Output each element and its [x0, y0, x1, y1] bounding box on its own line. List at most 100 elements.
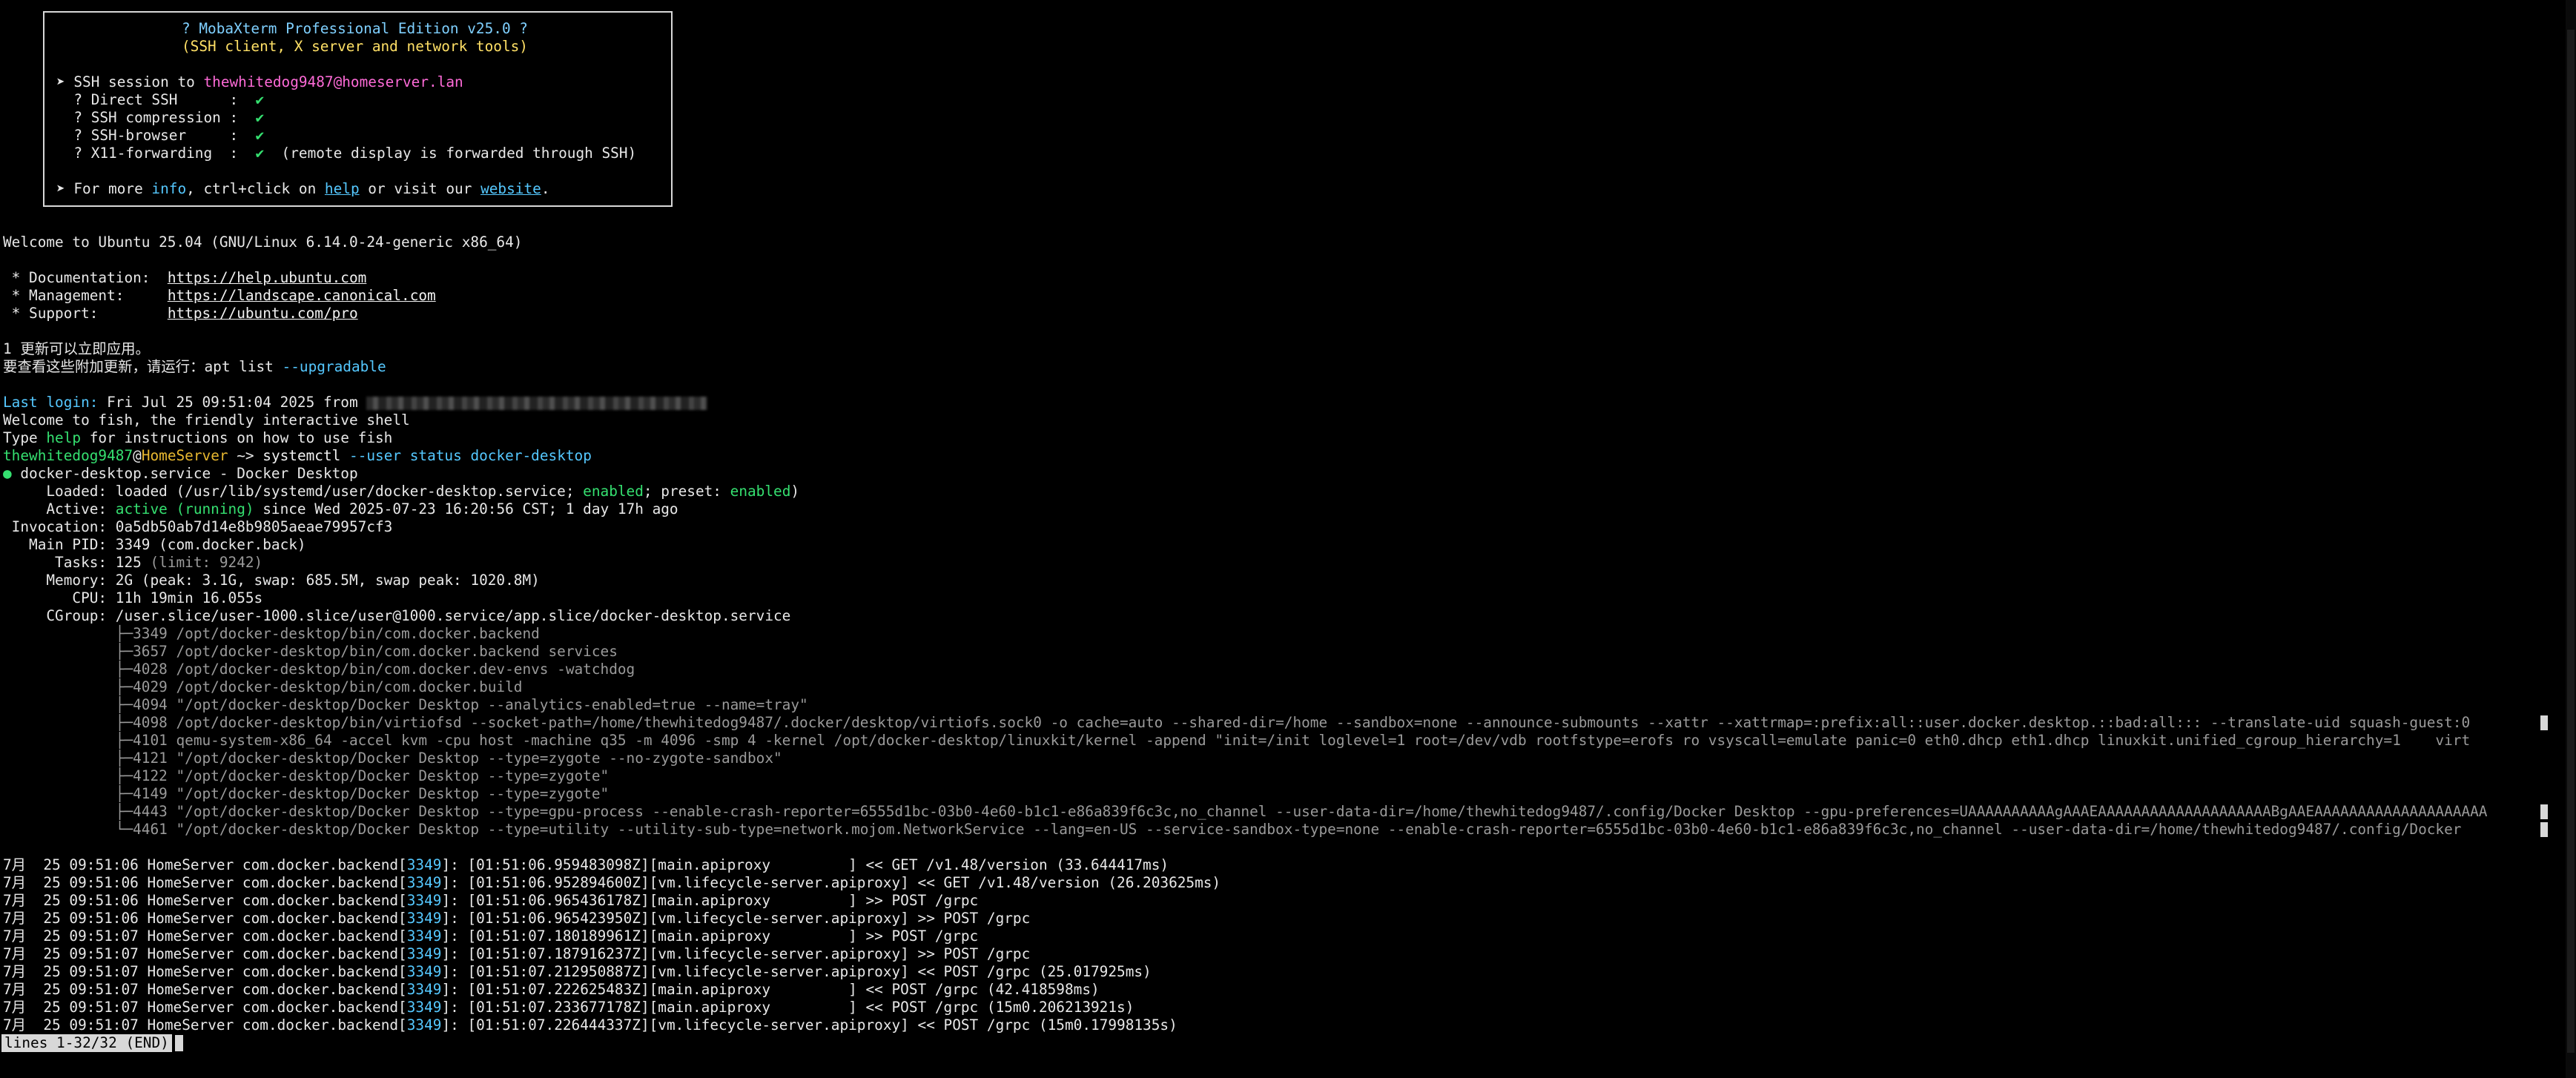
- last-login-value: Fri Jul 25 09:51:04 2025 from: [98, 394, 367, 411]
- memory-value: 2G (peak: 3.1G, swap: 685.5M, swap peak:…: [115, 572, 540, 589]
- info-word: info: [151, 180, 187, 197]
- loaded-close: ): [790, 483, 800, 500]
- status-tasks: Tasks: 125 (limit: 9242): [3, 554, 262, 572]
- log-prefix: 7月 25 09:51:07 HomeServer com.docker.bac…: [3, 945, 407, 962]
- log-pid: 3349: [406, 1016, 442, 1034]
- log-entry: 7月 25 09:51:06 HomeServer com.docker.bac…: [3, 856, 1169, 874]
- log-entry: 7月 25 09:51:07 HomeServer com.docker.bac…: [3, 981, 1100, 999]
- banner-subtitle: (SSH client, X server and network tools): [182, 38, 528, 55]
- support-link[interactable]: https://ubuntu.com/pro: [168, 305, 358, 322]
- log-pid: 3349: [406, 945, 442, 962]
- log-prefix: 7月 25 09:51:07 HomeServer com.docker.bac…: [3, 981, 407, 998]
- cgroup-process-truncated: ├─4098 /opt/docker-desktop/bin/virtiofsd…: [3, 714, 2471, 731]
- cgroup-process: ├─4094 "/opt/docker-desktop/Docker Deskt…: [3, 696, 808, 713]
- fish-welcome: Welcome to fish, the friendly interactiv…: [3, 411, 410, 429]
- prompt-args: --user status docker-desktop: [340, 447, 592, 464]
- shell-prompt: thewhitedog9487@HomeServer ~> systemctl …: [3, 447, 592, 465]
- status-bullet-icon: ●: [3, 465, 12, 482]
- website-link[interactable]: website: [480, 180, 541, 197]
- status-cgroup: CGroup: /user.slice/user-1000.slice/user…: [3, 607, 790, 625]
- loaded-value: loaded (/usr/lib/systemd/user/docker-des…: [115, 483, 584, 500]
- status-memory: Memory: 2G (peak: 3.1G, swap: 685.5M, sw…: [3, 572, 540, 589]
- cgroup-process: ├─3657 /opt/docker-desktop/bin/com.docke…: [3, 643, 618, 660]
- log-entry: 7月 25 09:51:06 HomeServer com.docker.bac…: [3, 910, 1030, 927]
- log-msg: ]: [01:51:07.233677178Z][main.apiproxy ]…: [441, 999, 1135, 1016]
- vertical-scrollbar[interactable]: [2566, 0, 2576, 1078]
- loaded-enabled: enabled: [583, 483, 644, 500]
- log-entry: 7月 25 09:51:06 HomeServer com.docker.bac…: [3, 892, 978, 910]
- cgroup-process: ├─4028 /opt/docker-desktop/bin/com.docke…: [3, 661, 635, 678]
- log-pid: 3349: [406, 874, 442, 891]
- more-or: or visit our: [359, 180, 481, 197]
- cgroup-label: CGroup:: [3, 607, 116, 624]
- cgroup-process: ├─4122 "/opt/docker-desktop/Docker Deskt…: [3, 767, 610, 784]
- motd-link-label: * Management:: [3, 287, 168, 304]
- cgroup-process: ├─4029 /opt/docker-desktop/bin/com.docke…: [3, 678, 523, 695]
- feature-label: ? SSH-browser :: [56, 127, 256, 144]
- banner-more-line: ➤ For more info, ctrl+click on help or v…: [56, 180, 550, 198]
- log-pid: 3349: [406, 981, 442, 998]
- status-invocation: Invocation: 0a5db50ab7d14e8b9805aeae7995…: [3, 518, 393, 536]
- status-mainpid: Main PID: 3349 (com.docker.back): [3, 536, 306, 554]
- cgroup-process: ├─4149 "/opt/docker-desktop/Docker Deskt…: [3, 785, 610, 802]
- ssh-prefix: ➤ SSH session to: [56, 73, 204, 90]
- terminal-output[interactable]: ? MobaXterm Professional Edition v25.0 ?…: [0, 0, 2576, 1078]
- feature-label: ? Direct SSH :: [56, 91, 256, 108]
- truncation-marker-icon: [2540, 715, 2548, 730]
- motd-updates-hint: 要查看这些附加更新，请运行：apt list --upgradable: [3, 358, 386, 376]
- truncation-marker-icon: [2540, 804, 2548, 819]
- management-link[interactable]: https://landscape.canonical.com: [168, 287, 436, 304]
- feature-x11-forwarding: ? X11-forwarding : ✔ (remote display is …: [56, 145, 636, 162]
- motd-updates: 1 更新可以立即应用。: [3, 340, 150, 357]
- more-prefix: ➤ For more: [56, 180, 152, 197]
- prompt-at: @: [133, 447, 142, 464]
- status-active: Active: active (running) since Wed 2025-…: [3, 500, 678, 518]
- log-msg: ]: [01:51:07.187916237Z][vm.lifecycle-se…: [441, 945, 1031, 962]
- log-entry: 7月 25 09:51:07 HomeServer com.docker.bac…: [3, 927, 978, 945]
- log-msg: ]: [01:51:06.959483098Z][main.apiproxy ]…: [441, 856, 1169, 873]
- prompt-user: thewhitedog9487: [3, 447, 133, 464]
- cgroup-process: ├─3349 /opt/docker-desktop/bin/com.docke…: [3, 625, 540, 642]
- scrollbar-thumb[interactable]: [2567, 30, 2575, 1053]
- log-prefix: 7月 25 09:51:07 HomeServer com.docker.bac…: [3, 1016, 407, 1034]
- mainpid-label: Main PID:: [3, 536, 116, 553]
- active-value: active (running): [115, 500, 254, 517]
- documentation-link[interactable]: https://help.ubuntu.com: [168, 269, 367, 286]
- cgroup-process-truncated: └─4461 "/opt/docker-desktop/Docker Deskt…: [3, 821, 2462, 838]
- feature-label: ? X11-forwarding :: [56, 145, 256, 162]
- log-msg: ]: [01:51:07.212950887Z][vm.lifecycle-se…: [441, 963, 1152, 980]
- status-cpu: CPU: 11h 19min 16.055s: [3, 589, 262, 607]
- invocation-value: 0a5db50ab7d14e8b9805aeae79957cf3: [115, 518, 393, 535]
- log-prefix: 7月 25 09:51:06 HomeServer com.docker.bac…: [3, 910, 407, 927]
- status-loaded: Loaded: loaded (/usr/lib/systemd/user/do…: [3, 483, 799, 500]
- cgroup-process-truncated: ├─4443 "/opt/docker-desktop/Docker Deskt…: [3, 803, 2488, 820]
- fish-help: Type help for instructions on how to use…: [3, 429, 392, 447]
- log-pid: 3349: [406, 963, 442, 980]
- updates-hint-flag: --upgradable: [282, 358, 386, 375]
- text-cursor: [175, 1035, 183, 1051]
- log-prefix: 7月 25 09:51:06 HomeServer com.docker.bac…: [3, 892, 407, 909]
- help-link[interactable]: help: [325, 180, 360, 197]
- check-icon: ✔: [255, 145, 265, 162]
- cpu-label: CPU:: [3, 589, 116, 606]
- last-login-label: Last login:: [3, 394, 99, 411]
- log-msg: ]: [01:51:06.965423950Z][vm.lifecycle-se…: [441, 910, 1031, 927]
- banner-title: ? MobaXterm Professional Edition v25.0 ?: [182, 20, 528, 37]
- fish-help-suffix: for instructions on how to use fish: [81, 429, 393, 446]
- cgroup-value: /user.slice/user-1000.slice/user@1000.se…: [115, 607, 791, 624]
- log-prefix: 7月 25 09:51:07 HomeServer com.docker.bac…: [3, 999, 407, 1016]
- feature-label: ? SSH compression :: [56, 109, 256, 126]
- motd-management: * Management: https://landscape.canonica…: [3, 287, 436, 305]
- unit-line: docker-desktop.service - Docker Desktop: [11, 465, 358, 482]
- motd-link-label: * Documentation:: [3, 269, 168, 286]
- log-prefix: 7月 25 09:51:07 HomeServer com.docker.bac…: [3, 927, 407, 945]
- log-entry: 7月 25 09:51:07 HomeServer com.docker.bac…: [3, 963, 1152, 981]
- log-entry: 7月 25 09:51:07 HomeServer com.docker.bac…: [3, 945, 1030, 963]
- truncation-marker-icon: [2540, 822, 2548, 837]
- log-prefix: 7月 25 09:51:06 HomeServer com.docker.bac…: [3, 874, 407, 891]
- cpu-value: 11h 19min 16.055s: [115, 589, 263, 606]
- check-icon: ✔: [255, 91, 265, 108]
- log-msg: ]: [01:51:07.222625483Z][main.apiproxy ]…: [441, 981, 1100, 998]
- log-pid: 3349: [406, 927, 442, 945]
- more-mid: , ctrl+click on: [186, 180, 325, 197]
